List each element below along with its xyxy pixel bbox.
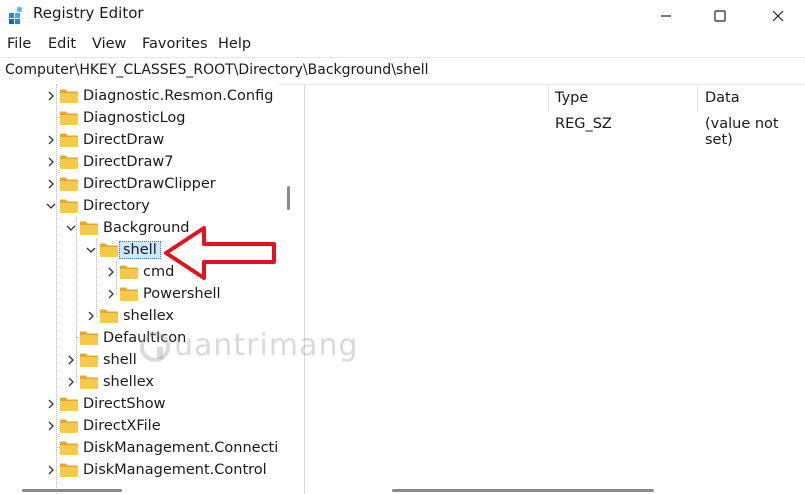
- menu-file[interactable]: File: [7, 36, 31, 52]
- column-header-type[interactable]: Type: [555, 90, 588, 106]
- tree-vertical-scrollbar[interactable]: [287, 186, 290, 210]
- tree-item[interactable]: shell: [64, 349, 137, 371]
- registry-editor-icon: [9, 6, 23, 24]
- tree-item-label: Directory: [83, 198, 150, 214]
- chevron-right-icon[interactable]: [44, 151, 58, 173]
- tree-item-label: shellex: [123, 308, 174, 324]
- menu-help[interactable]: Help: [218, 36, 251, 52]
- folder-icon: [60, 111, 78, 125]
- tree-item-label: DiagnosticLog: [83, 110, 186, 126]
- tree-item-label: DirectXFile: [83, 418, 161, 434]
- tree-item-label: shell: [103, 352, 137, 368]
- menu-view[interactable]: View: [92, 36, 126, 52]
- column-separator[interactable]: [548, 86, 549, 112]
- chevron-right-icon[interactable]: [44, 173, 58, 195]
- values-list[interactable]: Type Data REG_SZ (value not set): [306, 84, 805, 494]
- folder-icon: [80, 353, 98, 367]
- tree-item[interactable]: Powershell: [104, 283, 221, 305]
- folder-icon: [120, 287, 138, 301]
- chevron-right-icon[interactable]: [104, 261, 118, 283]
- tree-item-label: DiskManagement.Control: [83, 462, 267, 478]
- tree-item[interactable]: DiskManagement.Connection: [44, 437, 279, 459]
- chevron-down-icon[interactable]: [44, 195, 58, 217]
- watermark: uantrimang: [138, 328, 359, 364]
- chevron-right-icon[interactable]: [44, 415, 58, 437]
- minimize-button[interactable]: [636, 0, 696, 31]
- tree-item[interactable]: DirectDraw: [44, 129, 164, 151]
- column-header-data[interactable]: Data: [705, 90, 740, 106]
- expander-blank: [44, 437, 58, 459]
- tree-item-label: shellex: [103, 374, 154, 390]
- expander-blank: [64, 327, 78, 349]
- tree-item-label: DirectDrawClipper: [83, 176, 216, 192]
- menu-bar: File Edit View Favorites Help: [0, 33, 805, 55]
- folder-icon: [100, 243, 118, 257]
- tree-item[interactable]: DiagnosticLog: [44, 107, 185, 129]
- value-data-cell[interactable]: (value not set): [705, 116, 805, 148]
- key-tree[interactable]: Diagnostic.Resmon.Config DiagnosticLog D…: [0, 84, 279, 494]
- tree-item[interactable]: shellex: [64, 371, 154, 393]
- folder-icon: [60, 177, 78, 191]
- chevron-right-icon[interactable]: [104, 283, 118, 305]
- expander-blank: [44, 107, 58, 129]
- tree-item-label: DiskManagement.Connection: [83, 440, 279, 456]
- value-type-cell[interactable]: REG_SZ: [555, 116, 612, 132]
- tree-item[interactable]: DiskManagement.Control: [44, 459, 267, 481]
- tree-item[interactable]: DirectXFile: [44, 415, 161, 437]
- chevron-right-icon[interactable]: [44, 85, 58, 107]
- close-icon: [772, 10, 784, 21]
- folder-icon: [60, 419, 78, 433]
- tree-item[interactable]: DirectDraw7: [44, 151, 174, 173]
- address-bar[interactable]: Computer\HKEY_CLASSES_ROOT\Directory\Bac…: [0, 57, 805, 85]
- chevron-right-icon[interactable]: [84, 305, 98, 327]
- folder-icon: [120, 265, 138, 279]
- address-path[interactable]: Computer\HKEY_CLASSES_ROOT\Directory\Bac…: [5, 62, 428, 78]
- tree-item-label: DirectShow: [83, 396, 166, 412]
- chevron-down-icon[interactable]: [64, 217, 78, 239]
- tree-item[interactable]: Directory: [44, 195, 150, 217]
- maximize-button[interactable]: [690, 0, 750, 31]
- tree-item[interactable]: DirectShow: [44, 393, 166, 415]
- chevron-down-icon[interactable]: [84, 239, 98, 261]
- watermark-text: uantrimang: [174, 328, 359, 363]
- annotation-arrow-icon: [164, 226, 276, 280]
- watermark-logo-icon: [140, 331, 170, 362]
- tree-item-label: shell: [119, 241, 161, 259]
- title-bar: Registry Editor: [0, 0, 805, 31]
- folder-icon: [60, 155, 78, 169]
- tree-item[interactable]: DirectDrawClipper: [44, 173, 216, 195]
- tree-item-label: Powershell: [143, 286, 221, 302]
- tree-item[interactable]: Diagnostic.Resmon.Config: [44, 85, 273, 107]
- minimize-icon: [661, 14, 671, 17]
- menu-edit[interactable]: Edit: [48, 36, 76, 52]
- folder-icon: [60, 199, 78, 213]
- tree-item-label: Diagnostic.Resmon.Config: [83, 88, 274, 104]
- window-title: Registry Editor: [33, 4, 144, 22]
- chevron-right-icon[interactable]: [44, 393, 58, 415]
- folder-icon: [80, 331, 98, 345]
- tree-item-selected[interactable]: shell: [84, 239, 161, 261]
- folder-icon: [60, 397, 78, 411]
- tree-item-label: DirectDraw7: [83, 154, 174, 170]
- folder-icon: [60, 133, 78, 147]
- tree-horizontal-scrollbar[interactable]: [22, 489, 122, 492]
- maximize-icon: [714, 9, 726, 22]
- folder-icon: [60, 441, 78, 455]
- pane-splitter[interactable]: [304, 84, 305, 494]
- folder-icon: [80, 221, 98, 235]
- list-horizontal-scrollbar[interactable]: [392, 489, 654, 492]
- column-separator[interactable]: [697, 86, 698, 112]
- tree-item-label: DirectDraw: [83, 132, 165, 148]
- folder-icon: [80, 375, 98, 389]
- tree-item[interactable]: shellex: [84, 305, 174, 327]
- chevron-right-icon[interactable]: [44, 129, 58, 151]
- menu-favorites[interactable]: Favorites: [142, 36, 208, 52]
- folder-icon: [60, 463, 78, 477]
- close-button[interactable]: [748, 0, 805, 31]
- chevron-right-icon[interactable]: [64, 371, 78, 393]
- chevron-right-icon[interactable]: [64, 349, 78, 371]
- folder-icon: [60, 89, 78, 103]
- chevron-right-icon[interactable]: [44, 459, 58, 481]
- folder-icon: [100, 309, 118, 323]
